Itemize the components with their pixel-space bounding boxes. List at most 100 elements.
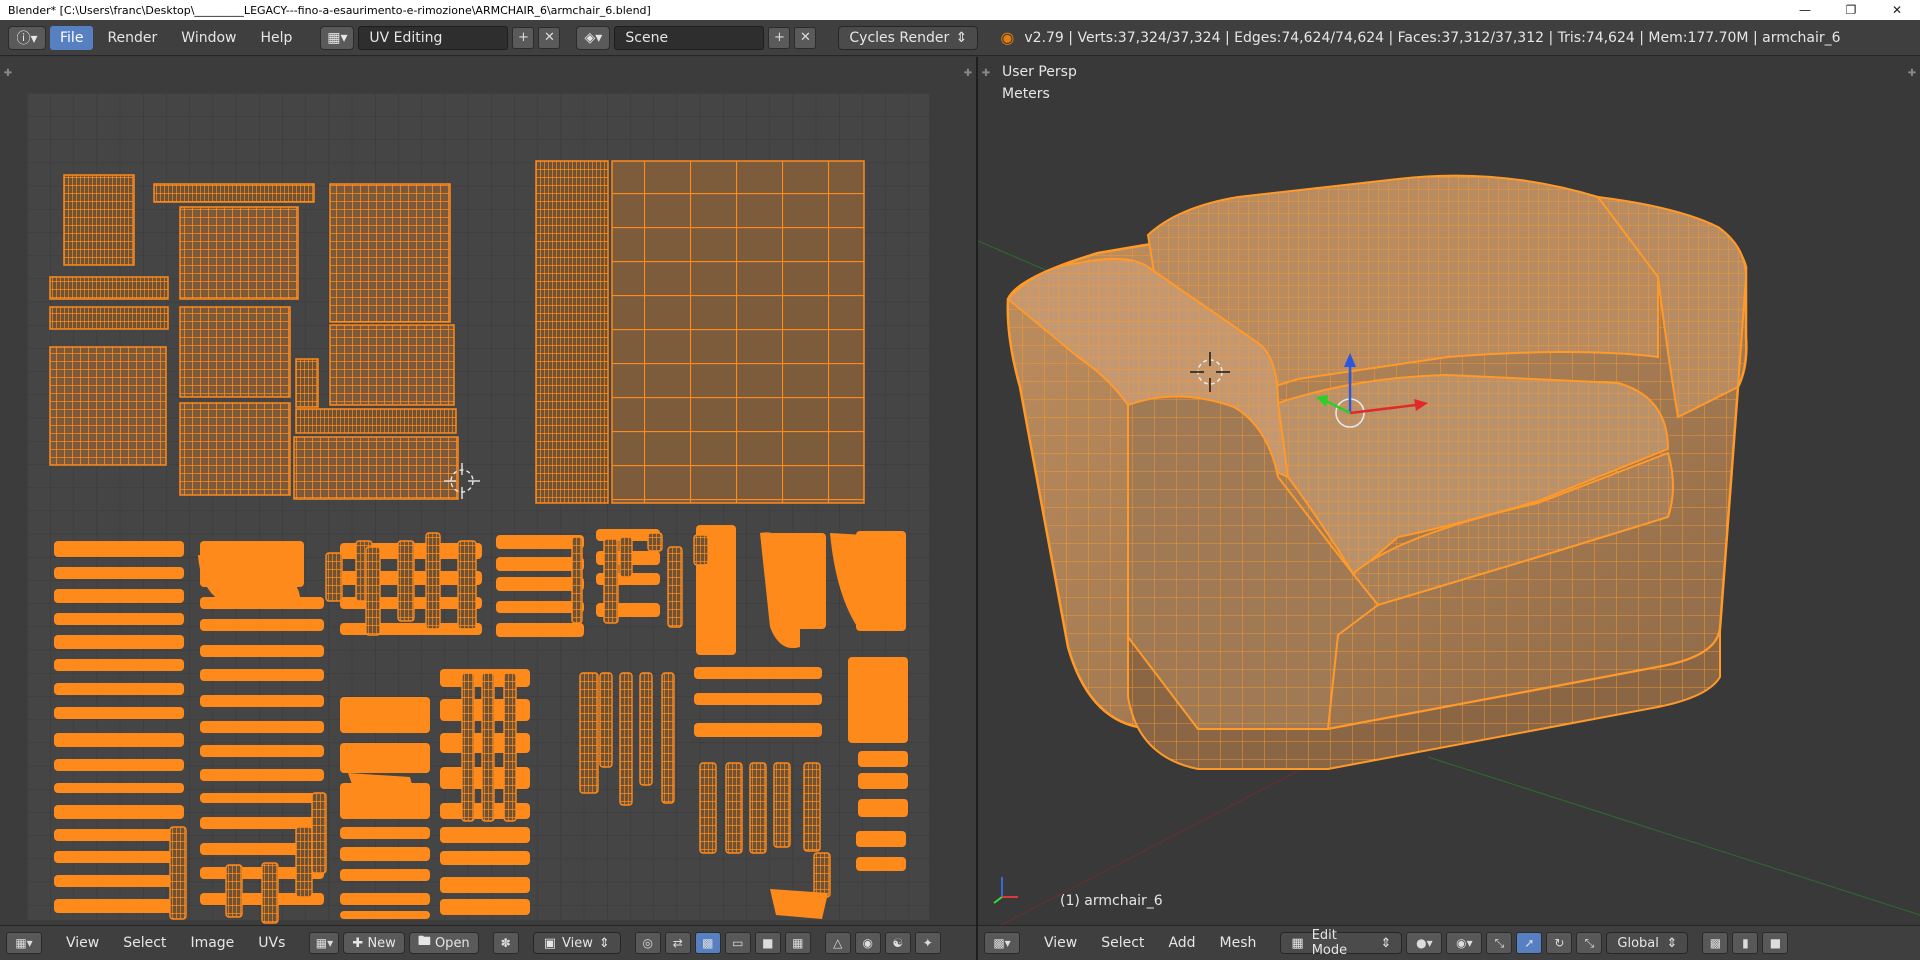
menu-help[interactable]: Help xyxy=(250,26,302,50)
uv-menu-uvs[interactable]: UVs xyxy=(248,931,295,955)
armchair-mesh[interactable] xyxy=(1006,174,1748,770)
snap-icon[interactable]: △ xyxy=(824,932,851,954)
image-browse-icon[interactable]: ▦▾ xyxy=(309,932,340,954)
editor-type-image-icon[interactable]: ▦▾ xyxy=(6,932,42,954)
uv-island xyxy=(169,826,187,920)
pivot-point-icon[interactable]: ◉▾ xyxy=(1446,932,1483,954)
menu-file[interactable]: File xyxy=(50,25,94,50)
proportional-edit-icon[interactable]: ◉ xyxy=(854,932,881,954)
new-image-button[interactable]: ✚ New xyxy=(343,932,405,954)
uv-island xyxy=(440,851,530,865)
uv-island xyxy=(200,745,324,757)
render-engine-dropdown[interactable]: Cycles Render ⇕ xyxy=(838,25,979,50)
window-titlebar: Blender* [C:\Users\franc\Desktop\_______… xyxy=(0,0,1920,20)
uv-island xyxy=(856,831,906,847)
uv-island xyxy=(694,693,822,705)
screen-layout-browse-button[interactable]: ▦▾ xyxy=(320,25,355,50)
minimize-icon[interactable]: — xyxy=(1782,0,1828,20)
face-select-mode-icon[interactable]: ■ xyxy=(754,932,781,954)
menu-window[interactable]: Window xyxy=(171,26,246,50)
uv-menu-select[interactable]: Select xyxy=(113,931,176,955)
editor-type-3d-view-icon[interactable]: ▩▾ xyxy=(984,932,1020,954)
uv-image-editor[interactable]: ✚ ✚ xyxy=(0,57,976,925)
scene-browse-button[interactable]: ◈▾ xyxy=(576,25,611,50)
edge-select-mode-icon[interactable]: ▭ xyxy=(724,932,751,954)
uv-island xyxy=(661,672,675,804)
manipulator-toggle-icon[interactable]: ⤡ xyxy=(1486,932,1513,954)
uv-island xyxy=(200,721,324,733)
uv-island xyxy=(54,829,184,841)
3d-viewport[interactable]: User Persp Meters ✚ ✚ (1) armchair_6 xyxy=(978,57,1920,925)
rotate-manipulator-icon[interactable]: ↻ xyxy=(1546,932,1573,954)
screen-layout-field[interactable]: UV Editing xyxy=(358,25,509,50)
interaction-mode-label: Edit Mode xyxy=(1311,928,1348,958)
island-select-mode-icon[interactable]: ▦ xyxy=(784,932,811,954)
y-axis-grid-line xyxy=(1427,756,1920,916)
maximize-icon[interactable]: ❐ xyxy=(1828,0,1874,20)
transform-orientation-dropdown[interactable]: Global ⇕ xyxy=(1606,932,1689,954)
uv-island xyxy=(340,743,430,773)
menu-render[interactable]: Render xyxy=(97,26,167,50)
uv-layout-canvas[interactable] xyxy=(0,57,976,925)
open-image-button[interactable]: 🖿 Open xyxy=(408,932,479,954)
layer-edge-icon[interactable]: ▮ xyxy=(1732,932,1759,954)
add-scene-icon[interactable]: + xyxy=(768,26,791,49)
uv-island xyxy=(340,847,430,861)
uv-island xyxy=(54,733,184,747)
sticky-selection-icon[interactable]: ✦ xyxy=(914,932,941,954)
uv-island xyxy=(54,635,184,649)
uv-sculpt-icon[interactable]: ☯ xyxy=(884,932,911,954)
scene-stats: v2.79 | Verts:37,324/37,324 | Edges:74,6… xyxy=(1024,29,1841,46)
pin-icon[interactable]: ✽ xyxy=(492,932,519,954)
uv-island xyxy=(571,536,583,624)
uv-island xyxy=(200,645,324,657)
uv-island xyxy=(813,852,831,898)
remove-scene-icon[interactable]: ✕ xyxy=(794,26,817,49)
uv-island xyxy=(496,557,584,571)
uv-island xyxy=(699,762,717,854)
pivot-point-icon[interactable]: ◎ xyxy=(634,932,661,954)
uv-island xyxy=(603,538,619,624)
viewport-shading-icon[interactable]: ●▾ xyxy=(1406,932,1443,954)
vp-menu-view[interactable]: View xyxy=(1034,931,1087,955)
uv-island xyxy=(49,346,167,466)
sync-selection-icon[interactable]: ⇄ xyxy=(664,932,691,954)
uv-island xyxy=(54,875,184,887)
remove-layout-icon[interactable]: ✕ xyxy=(538,26,561,49)
add-layout-icon[interactable]: + xyxy=(512,26,535,49)
plus-icon: ✚ xyxy=(352,935,368,951)
uv-menu-view[interactable]: View xyxy=(56,931,109,955)
uv-island xyxy=(49,276,169,300)
vp-menu-select[interactable]: Select xyxy=(1091,931,1154,955)
uv-island xyxy=(200,695,324,707)
uv-island xyxy=(535,160,609,504)
scale-manipulator-icon[interactable]: ⤡ xyxy=(1576,932,1603,954)
uv-island xyxy=(858,773,908,789)
editor-type-info-button[interactable]: ⓘ▾ xyxy=(8,25,46,50)
close-icon[interactable]: ✕ xyxy=(1874,0,1920,20)
uv-island xyxy=(694,723,822,737)
interaction-mode-dropdown[interactable]: ▦ Edit Mode ⇕ xyxy=(1280,928,1403,958)
view-mode-icon: ▣ xyxy=(543,935,556,951)
scene-field[interactable]: Scene xyxy=(614,25,765,50)
uv-island xyxy=(481,672,495,822)
uv-island xyxy=(365,546,381,636)
uv-menu-image[interactable]: Image xyxy=(180,931,244,955)
uv-island xyxy=(54,783,184,793)
layer-vertex-icon[interactable]: ▩ xyxy=(1702,932,1729,954)
vp-menu-mesh[interactable]: Mesh xyxy=(1210,931,1267,955)
scene-icon: ◈▾ xyxy=(584,29,603,46)
vertex-select-mode-icon[interactable]: ▩ xyxy=(694,932,721,954)
render-engine-label: Cycles Render xyxy=(849,29,950,46)
translate-manipulator-icon[interactable]: ➚ xyxy=(1516,932,1543,954)
transform-orientation-label: Global xyxy=(1617,935,1659,951)
layer-face-icon[interactable]: ■ xyxy=(1762,932,1789,954)
vp-menu-add[interactable]: Add xyxy=(1158,931,1205,955)
uv-island xyxy=(200,793,324,803)
axis-gizmo-icon xyxy=(993,877,1018,904)
uv-island xyxy=(440,899,530,915)
uv-island xyxy=(440,827,530,843)
viewport-canvas[interactable] xyxy=(978,57,1920,925)
view-mode-dropdown[interactable]: ▣ View ⇕ xyxy=(532,932,621,954)
uv-island xyxy=(54,659,184,671)
